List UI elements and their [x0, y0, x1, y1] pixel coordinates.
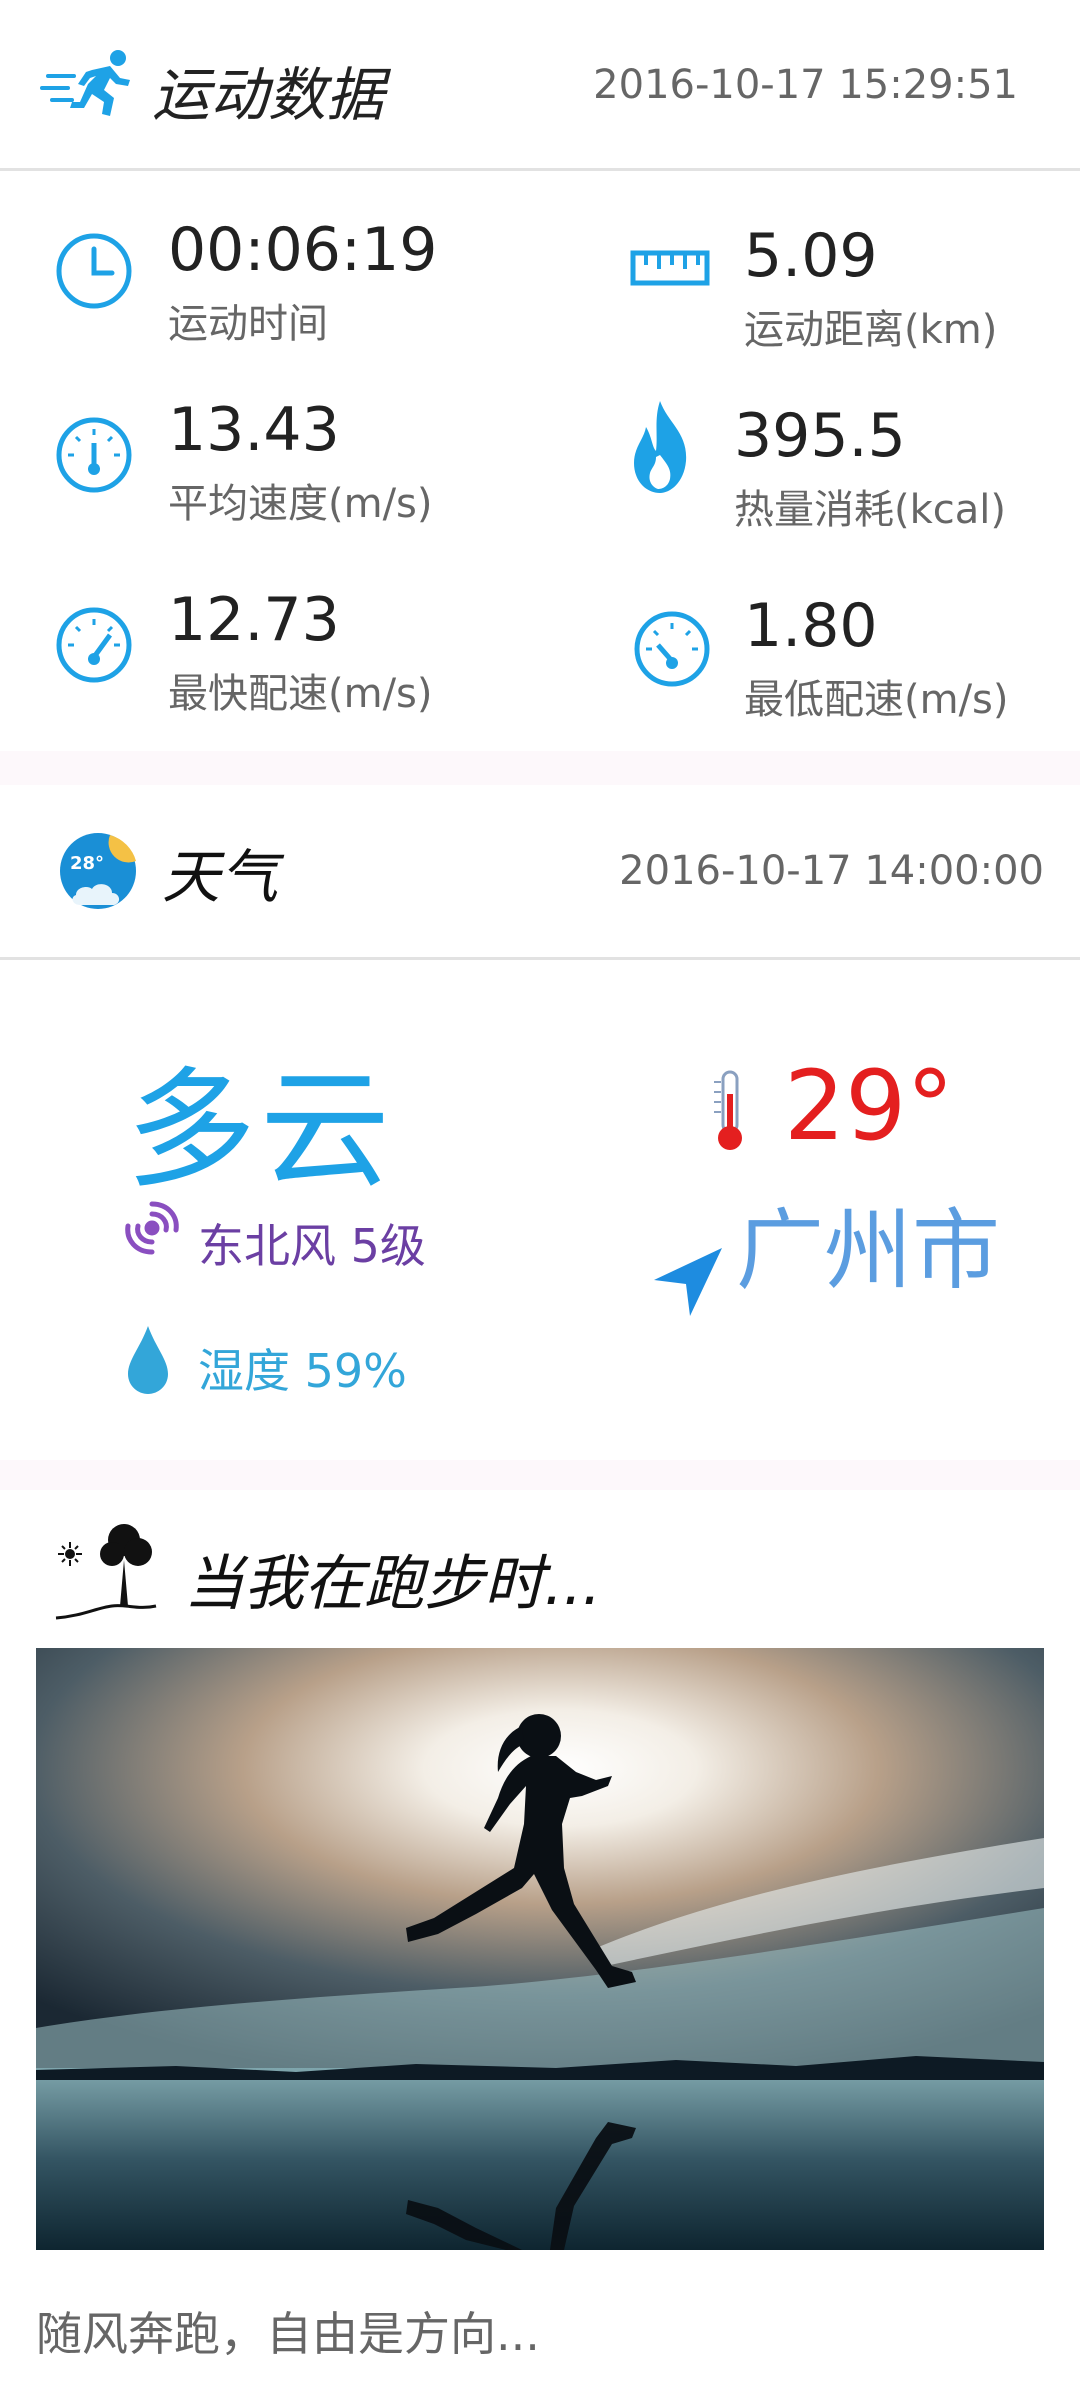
stat-label: 平均速度(m/s) [168, 481, 433, 527]
weather-header: 28° 天气 2016-10-17 14:00:00 [0, 785, 1080, 960]
stat-average-speed: 13.43 平均速度(m/s) [0, 361, 540, 551]
weather-badge-icon: 28° [58, 831, 138, 911]
speedometer-icon [632, 609, 712, 693]
humidity-drop-icon [126, 1324, 170, 1400]
running-caption: 随风奔跑，自由是方向... [36, 2307, 540, 2361]
section-divider [0, 1460, 1080, 1490]
stat-label: 运动距离(km) [744, 307, 998, 353]
stat-value: 1.80 [744, 591, 878, 661]
stat-value: 5.09 [744, 221, 878, 291]
weather-timestamp: 2016-10-17 14:00:00 [619, 848, 1044, 894]
stat-value: 00:06:19 [168, 215, 438, 285]
stat-label: 最低配速(m/s) [744, 677, 1009, 723]
gauge-icon [54, 415, 134, 499]
stat-value: 12.73 [168, 585, 340, 655]
stat-label: 最快配速(m/s) [168, 671, 433, 717]
stat-label: 运动时间 [168, 301, 328, 347]
weather-wind: 东北风 5级 [198, 1219, 426, 1273]
stat-distance: 5.09 运动距离(km) [540, 171, 1080, 361]
sport-title: 运动数据 [152, 61, 385, 129]
runner-icon [40, 48, 136, 120]
weather-condition: 多云 [126, 1054, 395, 1206]
weather-city: 广州市 [736, 1199, 1001, 1302]
weather-humidity: 湿度 59% [198, 1344, 407, 1398]
wind-icon [118, 1194, 186, 1266]
stat-label: 热量消耗(kcal) [734, 487, 1006, 533]
location-arrow-icon [650, 1244, 726, 1324]
stat-calories: 395.5 热量消耗(kcal) [540, 361, 1080, 551]
running-photo [36, 1648, 1044, 2250]
running-section: 当我在跑步时... 随风奔跑，自由是方向... [0, 1490, 1080, 2388]
weather-title: 天气 [162, 843, 279, 911]
running-title: 当我在跑步时... [184, 1549, 602, 1619]
stat-value: 13.43 [168, 395, 340, 465]
weather-panel: 多云 29° 东北风 5级 湿度 59% 广州市 [0, 960, 1080, 1460]
flame-icon [628, 397, 692, 501]
stat-lowest-pace: 1.80 最低配速(m/s) [540, 551, 1080, 741]
weather-temperature: 29° [784, 1050, 955, 1162]
thermometer-icon [712, 1068, 748, 1158]
sport-stats-grid: 00:06:19 运动时间 5.09 运动距离(km) 13.43 平均速度(m… [0, 171, 1080, 751]
stat-value: 395.5 [734, 401, 906, 471]
ruler-icon [630, 249, 710, 293]
sport-timestamp: 2016-10-17 15:29:51 [593, 62, 1018, 108]
tree-silhouette-icon [52, 1520, 162, 1628]
section-divider [0, 751, 1080, 785]
stat-fastest-pace: 12.73 最快配速(m/s) [0, 551, 540, 741]
weather-badge-temp: 28° [70, 853, 105, 874]
clock-icon [54, 231, 134, 315]
stat-duration: 00:06:19 运动时间 [0, 171, 540, 361]
sport-header: 运动数据 2016-10-17 15:29:51 [0, 0, 1080, 171]
speedometer-icon [54, 605, 134, 689]
